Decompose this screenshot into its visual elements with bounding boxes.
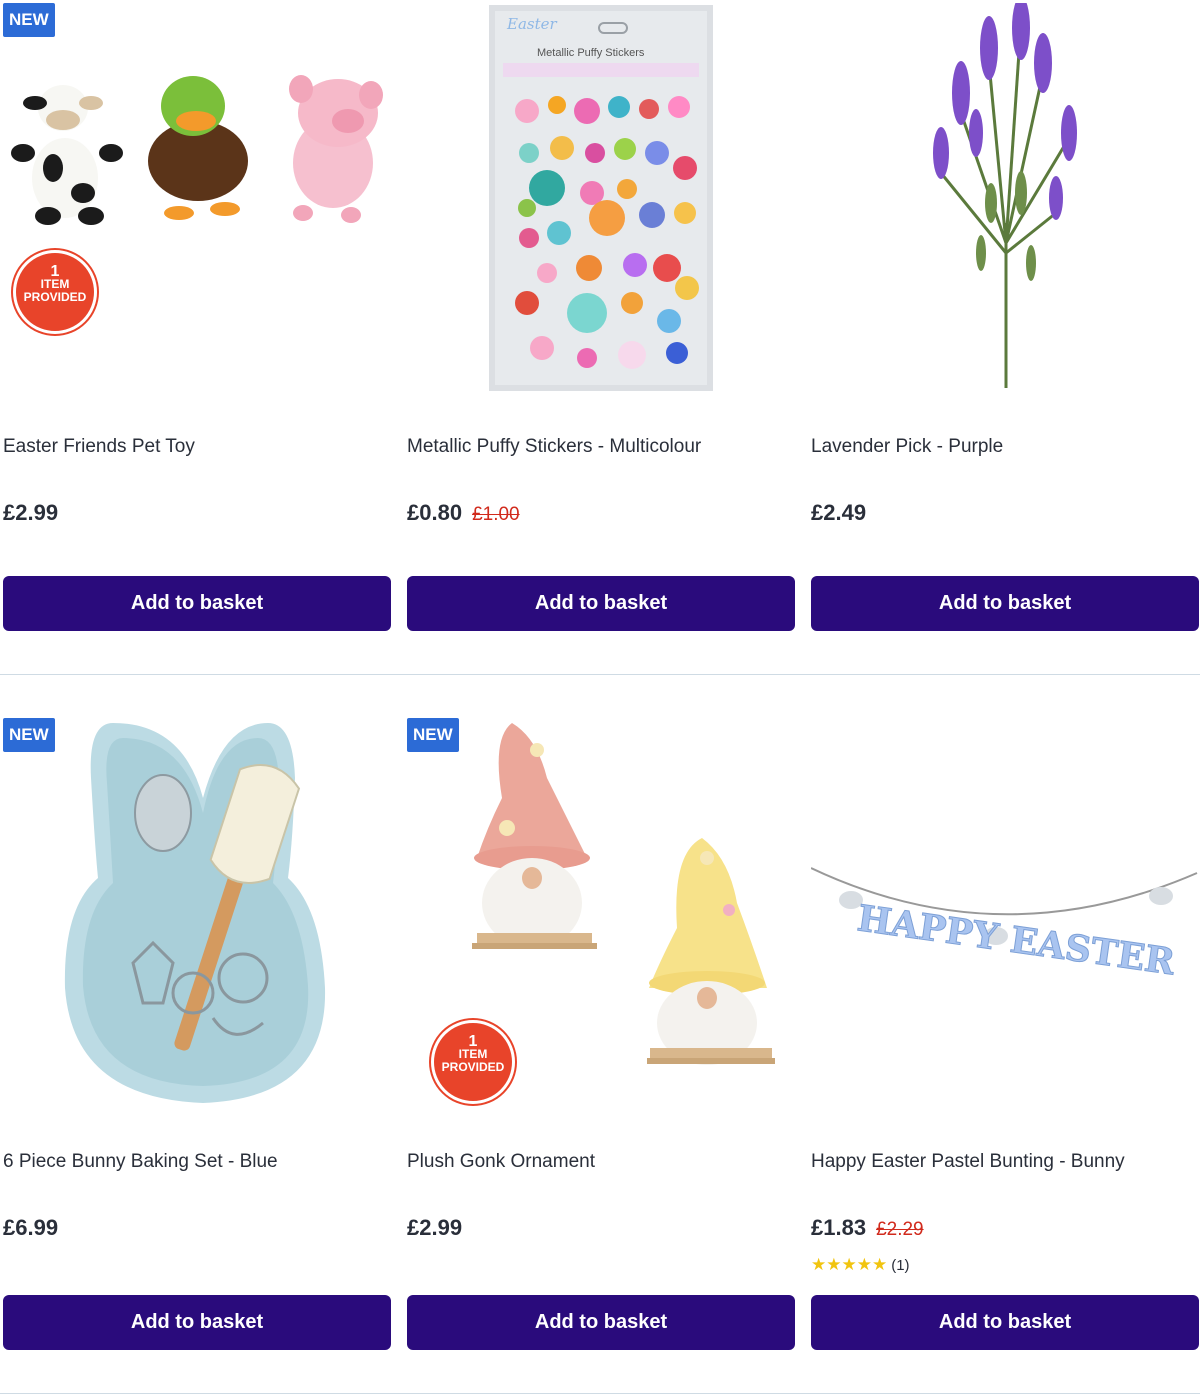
add-to-basket-button[interactable]: Add to basket [407,576,795,631]
current-price: £2.99 [3,500,59,525]
current-price: £6.99 [3,1215,59,1240]
price-row: £2.99 [407,1215,462,1241]
row-divider [0,674,1200,675]
review-count: (1) [891,1257,910,1274]
lavender-image [933,3,1077,388]
price-row: £2.49 [811,500,866,526]
was-price: £1.00 [472,504,520,525]
pack-title: Metallic Puffy Stickers [537,47,645,59]
new-badge: NEW [407,718,459,752]
add-to-basket-button[interactable]: Add to basket [3,576,391,631]
new-badge: NEW [3,718,55,752]
current-price: £0.80 [407,500,463,525]
item-provided-seal: 1 ITEM PROVIDED [431,1020,515,1104]
rating-stars: ★★★★★ [811,1255,888,1274]
current-price: £2.99 [407,1215,463,1240]
star-rating[interactable]: ★★★★★ (1) [811,1255,910,1275]
sticker-pack-image: Easter Metallic Puffy Stickers [489,5,713,391]
new-badge: NEW [3,3,55,37]
current-price: £2.49 [811,500,867,525]
price-row: £1.83 £2.29 [811,1215,924,1241]
bunting-image: HAPPY EASTER [811,867,1198,984]
price-row: £2.99 [3,500,58,526]
price-row: £0.80 £1.00 [407,500,520,526]
product-image[interactable]: NEW 1 ITEM PROVIDED [3,3,391,403]
product-image[interactable]: HAPPY EASTER [811,718,1199,1118]
product-image[interactable]: NEW [3,718,391,1118]
product-name[interactable]: Happy Easter Pastel Bunting - Bunny [811,1151,1125,1173]
product-name[interactable]: Plush Gonk Ornament [407,1151,595,1173]
seal-text-line2: PROVIDED [441,1060,505,1074]
pet-toy-image [11,75,383,225]
baking-set-image [64,723,326,1103]
seal-text-line2: PROVIDED [23,290,87,304]
product-image[interactable]: NEW 1 ITEM PROVIDED [407,718,795,1118]
product-name[interactable]: 6 Piece Bunny Baking Set - Blue [3,1151,278,1173]
product-image[interactable] [811,3,1199,403]
pack-script: Easter [506,15,557,33]
item-provided-seal: 1 ITEM PROVIDED [13,250,97,334]
add-to-basket-button[interactable]: Add to basket [811,1295,1199,1350]
product-name[interactable]: Lavender Pick - Purple [811,436,1003,458]
price-row: £6.99 [3,1215,58,1241]
bunting-text: HAPPY EASTER [855,897,1179,983]
product-name[interactable]: Easter Friends Pet Toy [3,436,195,458]
row-divider [0,1393,1200,1394]
add-to-basket-button[interactable]: Add to basket [811,576,1199,631]
current-price: £1.83 [811,1215,867,1240]
was-price: £2.29 [876,1219,924,1240]
add-to-basket-button[interactable]: Add to basket [407,1295,795,1350]
add-to-basket-button[interactable]: Add to basket [3,1295,391,1350]
product-image[interactable]: Easter Metallic Puffy Stickers [407,3,795,403]
product-name[interactable]: Metallic Puffy Stickers - Multicolour [407,436,701,458]
